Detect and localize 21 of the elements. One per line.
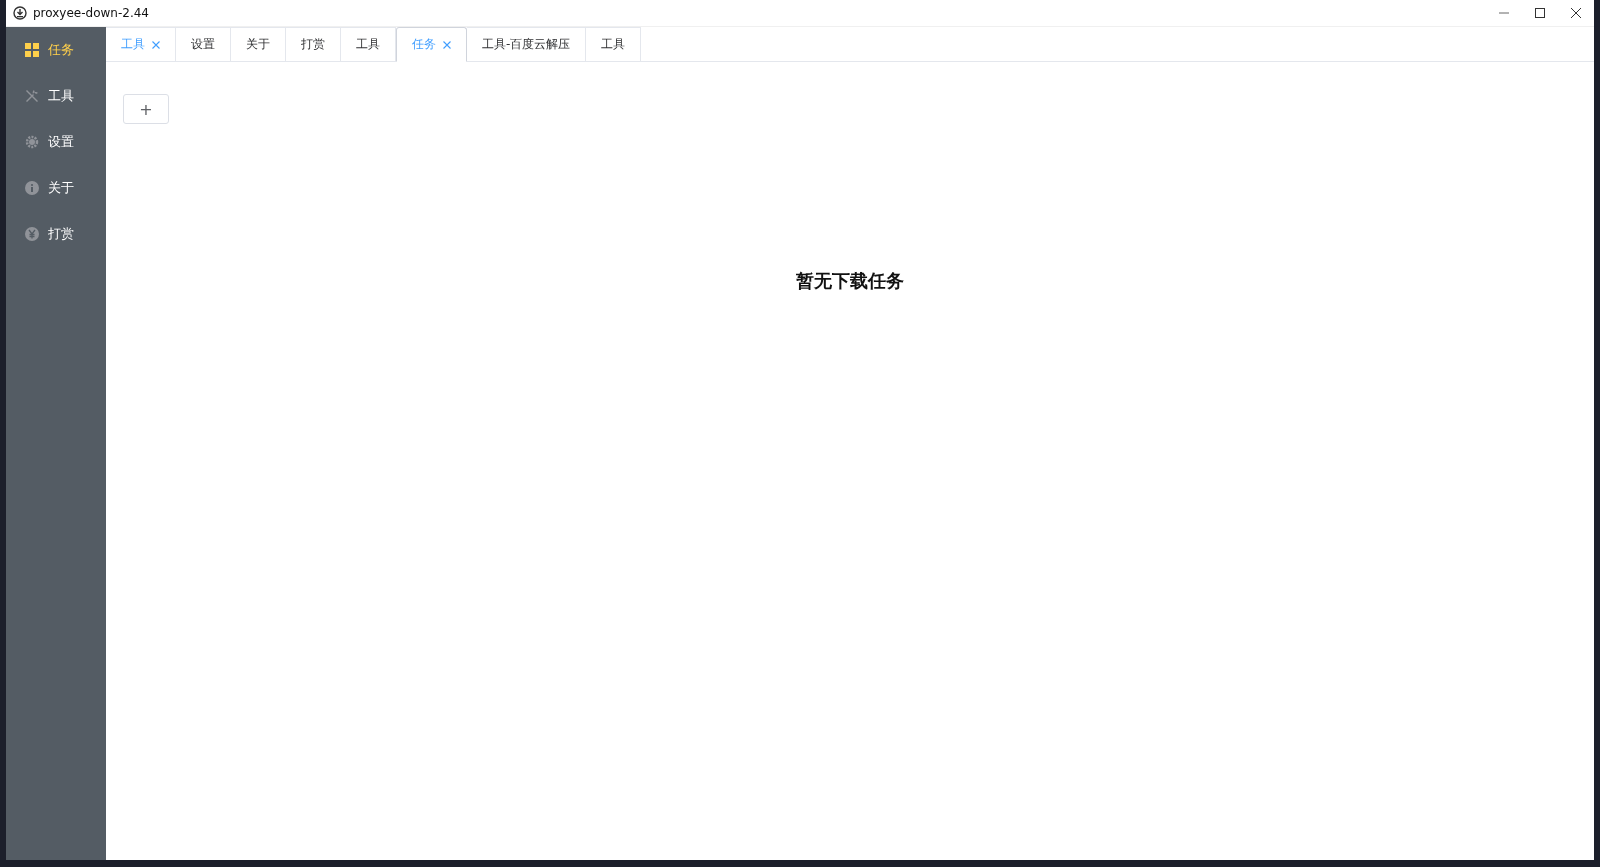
tab[interactable]: 工具 [341,27,396,61]
tab[interactable]: 工具 [586,27,642,61]
app-icon [13,6,27,20]
sidebar-item[interactable]: 设置 [6,119,106,165]
sidebar-item[interactable]: 任务 [6,27,106,73]
info-icon [25,181,39,195]
settings-icon [25,135,39,149]
window-title: proxyee-down-2.44 [33,6,149,20]
tab[interactable]: 关于 [231,27,286,61]
yen-icon [25,227,39,241]
sidebar-item[interactable]: 打赏 [6,211,106,257]
sidebar-item[interactable]: 关于 [6,165,106,211]
grid-icon [25,43,39,57]
maximize-icon[interactable] [1535,8,1545,18]
sidebar-item[interactable]: 工具 [6,73,106,119]
close-icon[interactable] [1571,8,1581,18]
tab[interactable]: 工具-百度云解压 [467,27,587,61]
tab[interactable]: 设置 [176,27,231,61]
add-button[interactable]: + [123,94,169,124]
tab[interactable]: 打赏 [286,27,341,61]
empty-message: 暂无下载任务 [796,270,904,291]
